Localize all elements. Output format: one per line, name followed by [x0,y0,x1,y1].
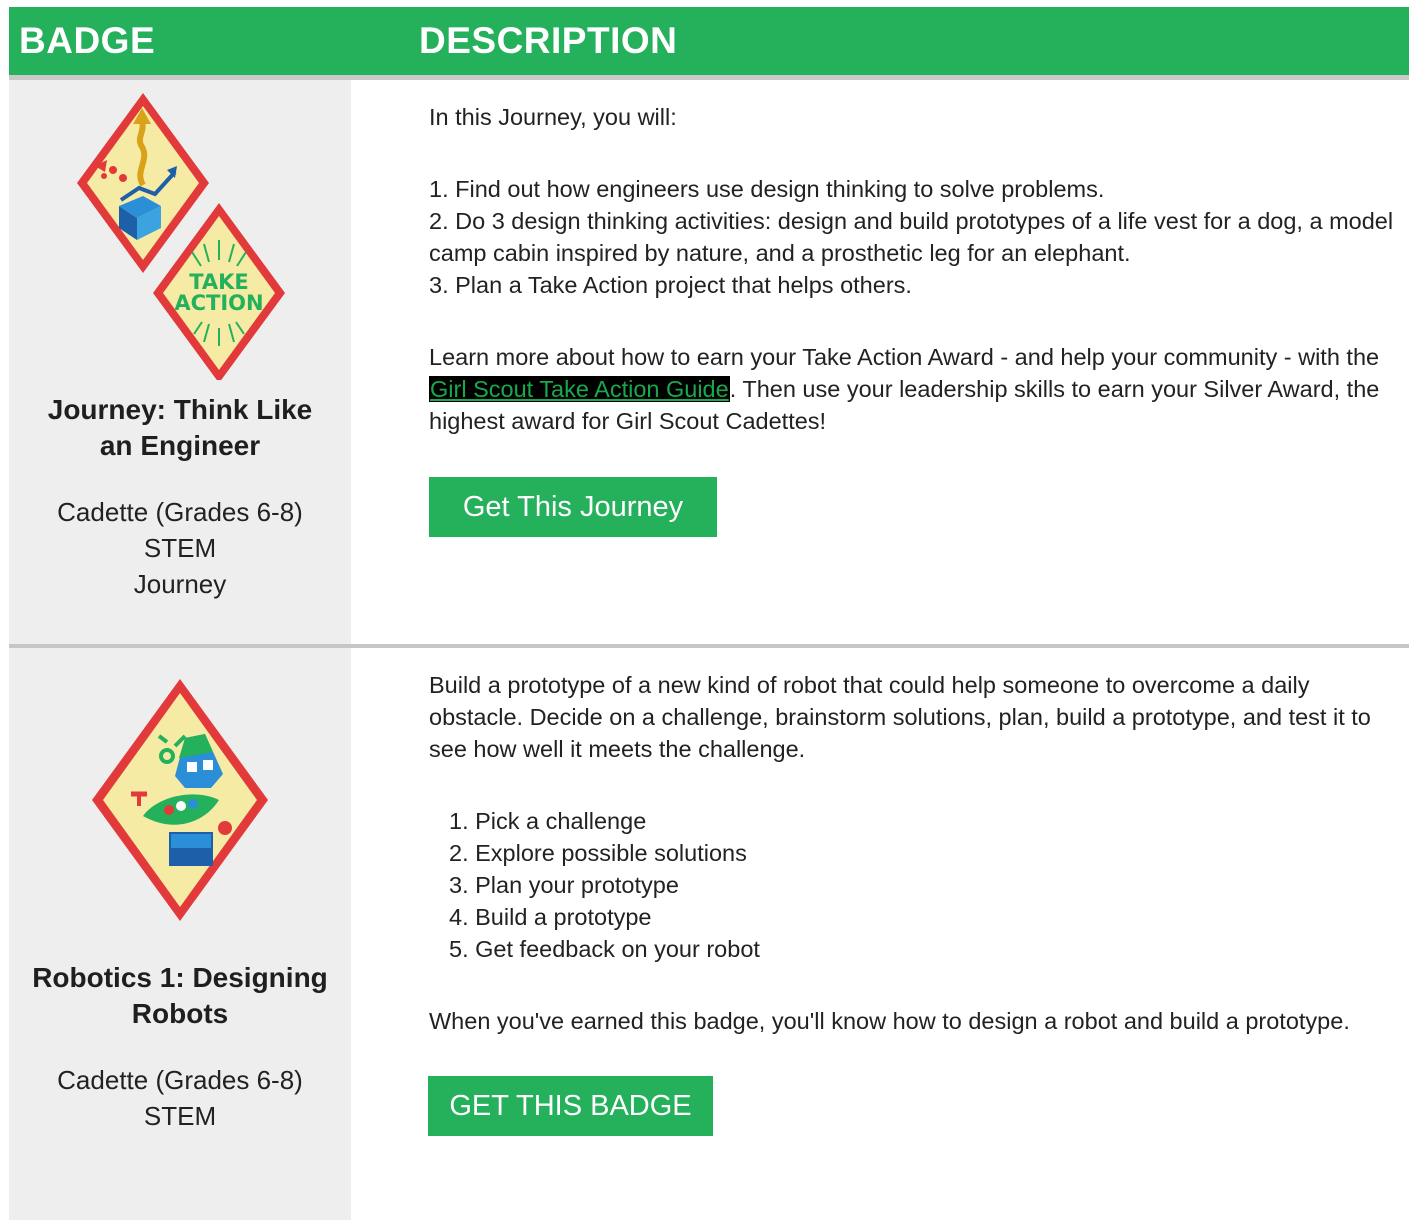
steps-list: 1. Pick a challenge 2. Explore possible … [429,805,1413,965]
list-item: 1. Find out how engineers use design thi… [429,176,1105,202]
list-item: 2. Explore possible solutions [449,840,747,866]
description-intro: In this Journey, you will: [429,104,677,130]
learn-more-text: Learn more about how to earn your Take A… [429,344,1380,370]
journey-badges-image: TAKE ACTION [77,93,285,380]
description-intro: Build a prototype of a new kind of robot… [429,672,1371,762]
list-item: 3. Plan your prototype [449,872,679,898]
list-item: 3. Plan a Take Action project that helps… [429,272,912,298]
badge-category: STEM [143,1101,217,1131]
badge-column-header: BADGE [19,20,156,61]
badge-category: STEM [143,533,217,563]
badge-title-line2: Robots [131,998,229,1029]
get-this-journey-button[interactable]: Get This Journey [429,477,717,537]
table-header: BADGE DESCRIPTION [9,7,1409,80]
table-row: Robotics 1: Designing Robots Cadette (Gr… [9,648,1409,1220]
take-action-guide-link[interactable]: Girl Scout Take Action Guide [429,376,730,402]
table-row: TAKE ACTION Journey: Think Like an Engin… [9,80,1409,644]
badge-level: Cadette (Grades 6-8) [57,497,303,527]
badge-title-line1: Robotics 1: Designing [32,962,328,993]
description-outro: When you've earned this badge, you'll kn… [429,1008,1350,1034]
badge-meta: Cadette (Grades 6-8) STEM [9,1062,351,1134]
badge-type: Journey [133,569,227,599]
list-item: 2. Do 3 design thinking activities: desi… [429,208,1394,266]
badge-title: Robotics 1: Designing Robots [9,960,351,1032]
badge-level: Cadette (Grades 6-8) [57,1065,303,1095]
take-action-text-2: ACTION [174,291,263,315]
learn-more-paragraph: Learn more about how to earn your Take A… [429,341,1397,437]
badge-meta: Cadette (Grades 6-8) STEM Journey [9,494,351,602]
badge-title: Journey: Think Like an Engineer [9,392,351,464]
list-item: 1. Pick a challenge [449,808,647,834]
badge-cell: TAKE ACTION Journey: Think Like an Engin… [9,80,351,644]
get-this-badge-button[interactable]: GET THIS BADGE [428,1076,713,1136]
steps-list: 1. Find out how engineers use design thi… [429,173,1397,301]
badge-title-line2: an Engineer [99,430,261,461]
list-item: 4. Build a prototype [449,904,652,930]
list-item: 5. Get feedback on your robot [449,936,760,962]
description-column-header: DESCRIPTION [419,20,678,61]
robotics-badge-image [92,679,268,921]
badge-cell: Robotics 1: Designing Robots Cadette (Gr… [9,648,351,1220]
badge-title-line1: Journey: Think Like [47,394,313,425]
robotics-badge-icon [92,679,268,921]
